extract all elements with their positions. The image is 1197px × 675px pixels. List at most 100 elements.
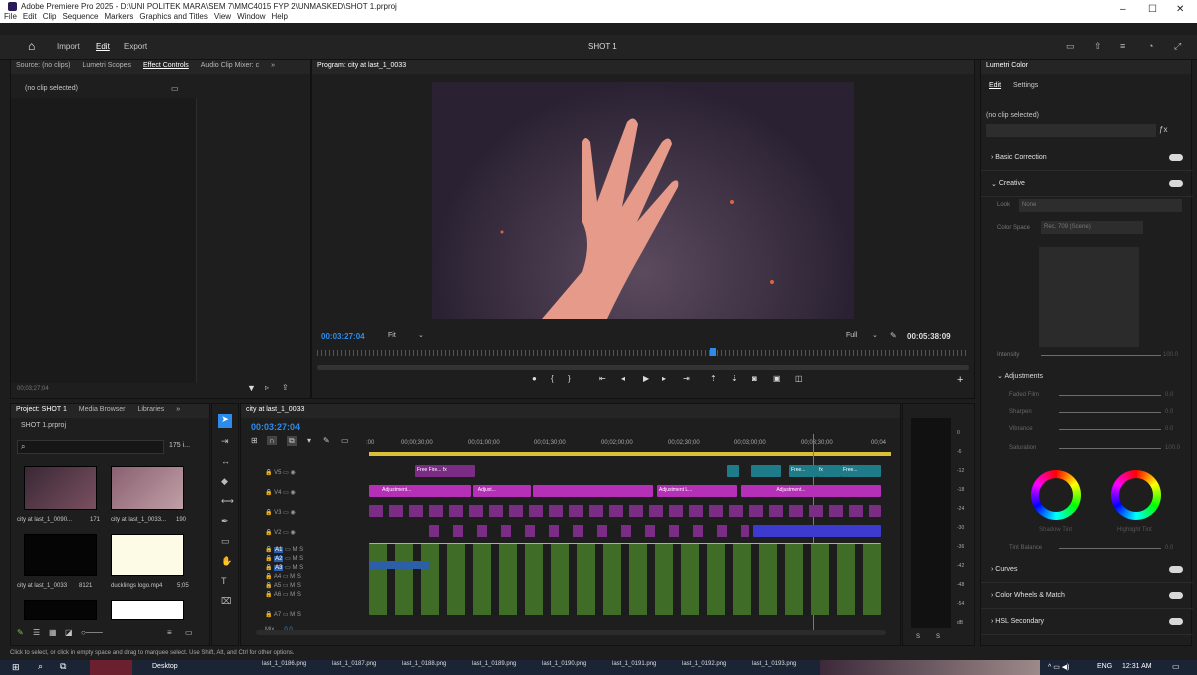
track-v2-header[interactable]: 🔒 V2 ▭ ◉ bbox=[265, 529, 296, 536]
list-view-icon[interactable]: ☰ bbox=[33, 628, 40, 637]
menu-sequence[interactable]: Sequence bbox=[62, 12, 98, 21]
taskbar-file[interactable]: last_1_0186.png bbox=[262, 661, 306, 667]
track-v5-header[interactable]: 🔒 V5 ▭ ◉ bbox=[265, 469, 296, 476]
go-to-out-icon[interactable]: ⇥ bbox=[683, 374, 690, 383]
extract-icon[interactable]: ⇣ bbox=[731, 374, 738, 383]
task-view-icon[interactable]: ⧉ bbox=[60, 661, 66, 672]
project-thumbnail[interactable] bbox=[24, 466, 97, 510]
v2-blue-clip[interactable] bbox=[753, 525, 881, 537]
clip-icon[interactable]: ▭ bbox=[171, 84, 179, 93]
razor-icon[interactable]: ◆ bbox=[221, 476, 228, 487]
taskbar-file[interactable]: last_1_0188.png bbox=[402, 661, 446, 667]
share-icon[interactable]: ⇧ bbox=[1094, 41, 1102, 52]
highlight-tint-wheel[interactable] bbox=[1111, 470, 1161, 520]
audio-clip-blue[interactable] bbox=[369, 561, 429, 569]
chevron-down-icon[interactable]: ⌄ bbox=[872, 331, 878, 339]
add-button-icon[interactable]: + bbox=[957, 374, 963, 386]
track-a2-header[interactable]: 🔒 A2 ▭ M S bbox=[265, 555, 303, 562]
tab-source[interactable]: Source: (no clips) bbox=[11, 60, 75, 69]
look-dropdown[interactable]: None bbox=[1019, 199, 1182, 212]
timeline-scrollbar[interactable] bbox=[256, 630, 886, 635]
toggle-wheels[interactable] bbox=[1169, 592, 1183, 599]
track-a4-header[interactable]: 🔒 A4 ▭ M S bbox=[265, 573, 301, 580]
mark-out-icon[interactable]: } bbox=[568, 374, 571, 383]
toggle-curves[interactable] bbox=[1169, 566, 1183, 573]
compare-icon[interactable]: ▣ bbox=[773, 374, 781, 383]
vr-icon[interactable]: ◫ bbox=[795, 374, 803, 383]
track-a3-header[interactable]: 🔒 A3 ▭ M S bbox=[265, 564, 303, 571]
slip-icon[interactable]: ⟷ bbox=[221, 496, 234, 507]
filter-icon[interactable]: ▼ bbox=[247, 383, 256, 393]
start-icon[interactable]: ⊞ bbox=[12, 662, 20, 673]
track-v4-header[interactable]: 🔒 V4 ▭ ◉ bbox=[265, 489, 296, 496]
adjustments-header[interactable]: ⌄ Adjustments bbox=[997, 372, 1043, 380]
sort-icon[interactable]: ≡ bbox=[167, 628, 172, 637]
video-clip[interactable]: Free... bbox=[841, 465, 881, 477]
clip-adjust[interactable]: Adjust... bbox=[473, 485, 531, 497]
track-v3-header[interactable]: 🔒 V3 ▭ ◉ bbox=[265, 509, 296, 516]
taskbar-file[interactable]: last_1_0192.png bbox=[682, 661, 726, 667]
taskbar-file[interactable]: last_1_0190.png bbox=[542, 661, 586, 667]
tint-balance-slider[interactable] bbox=[1059, 548, 1161, 549]
tab-sequence[interactable]: city at last_1_0033 bbox=[241, 404, 309, 413]
notification-icon[interactable]: ▭ bbox=[1172, 662, 1180, 671]
fx-icon[interactable]: ƒx bbox=[1159, 125, 1167, 134]
chevron-down-icon[interactable]: ⌄ bbox=[418, 331, 424, 339]
menu-help[interactable]: Help bbox=[272, 12, 288, 21]
tab-lumetri-scopes[interactable]: Lumetri Scopes bbox=[77, 60, 136, 69]
tab-lumetri-edit[interactable]: Edit bbox=[989, 82, 1001, 89]
captions-icon[interactable]: ⌧ bbox=[221, 596, 231, 607]
lift-icon[interactable]: ⇡ bbox=[710, 374, 717, 383]
vibrance-slider[interactable] bbox=[1059, 429, 1161, 430]
quality-dropdown[interactable]: Full bbox=[846, 332, 857, 339]
video-clip[interactable]: Free... bbox=[789, 465, 817, 477]
toggle-creative[interactable] bbox=[1169, 180, 1183, 187]
saturation-slider[interactable] bbox=[1059, 448, 1161, 449]
section-creative[interactable]: ⌄ Creative bbox=[981, 171, 1193, 197]
menu-window[interactable]: Window bbox=[237, 12, 265, 21]
project-thumbnail[interactable] bbox=[111, 466, 184, 510]
menu-graphics[interactable]: Graphics and Titles bbox=[139, 12, 207, 21]
search-icon[interactable]: ⌕ bbox=[38, 661, 43, 672]
ripple-edit-icon[interactable]: ↔ bbox=[221, 456, 230, 466]
project-thumbnail[interactable] bbox=[24, 534, 97, 576]
menu-view[interactable]: View bbox=[214, 12, 231, 21]
go-to-in-icon[interactable]: ⇤ bbox=[599, 374, 606, 383]
feedback-icon[interactable]: ◔ bbox=[1148, 41, 1153, 51]
v3-clips[interactable] bbox=[369, 505, 881, 517]
tab-export[interactable]: Export bbox=[124, 42, 147, 51]
video-clip[interactable]: fx bbox=[817, 465, 841, 477]
tab-libraries[interactable]: Libraries bbox=[132, 404, 169, 413]
menu-file[interactable]: File bbox=[4, 12, 17, 21]
clip-adjustment-l[interactable]: Adjustment L... bbox=[657, 485, 737, 497]
audio-clips[interactable] bbox=[369, 543, 881, 615]
intensity-slider[interactable] bbox=[1041, 355, 1161, 356]
captions-toggle-icon[interactable]: ▭ bbox=[341, 436, 349, 445]
tab-project[interactable]: Project: SHOT 1 bbox=[11, 404, 72, 413]
freeform-view-icon[interactable]: ◪ bbox=[65, 628, 73, 637]
menu-edit[interactable]: Edit bbox=[23, 12, 37, 21]
nest-icon[interactable]: ⊞ bbox=[251, 436, 258, 445]
tab-import[interactable]: Import bbox=[57, 42, 80, 51]
snap-icon[interactable]: ∩ bbox=[267, 436, 277, 445]
menu-clip[interactable]: Clip bbox=[43, 12, 57, 21]
desktop-folder[interactable]: Desktop bbox=[152, 663, 178, 670]
project-thumbnail[interactable] bbox=[111, 534, 184, 576]
track-a7-header[interactable]: 🔒 A7 ▭ M S bbox=[265, 611, 301, 618]
type-icon[interactable]: T bbox=[221, 576, 227, 586]
workspaces-icon[interactable]: ≡ bbox=[1120, 41, 1125, 51]
mark-in-icon[interactable]: { bbox=[551, 374, 554, 383]
color-space-dropdown[interactable]: Rec. 709 (Scene) bbox=[1041, 221, 1143, 234]
more-tabs-icon[interactable]: » bbox=[266, 60, 280, 69]
project-thumbnail[interactable] bbox=[111, 600, 184, 620]
export-frame-icon[interactable]: ⇪ bbox=[282, 383, 289, 392]
step-forward-icon[interactable]: ▸ bbox=[662, 374, 666, 383]
sharpen-slider[interactable] bbox=[1059, 412, 1161, 413]
home-icon[interactable]: ⌂ bbox=[28, 39, 35, 53]
solo-right-button[interactable]: S bbox=[936, 634, 940, 640]
video-clip[interactable] bbox=[751, 465, 781, 477]
taskbar-file[interactable]: last_1_0189.png bbox=[472, 661, 516, 667]
toggle-basic[interactable] bbox=[1169, 154, 1183, 161]
pencil-icon[interactable]: ✎ bbox=[17, 628, 24, 637]
marker-icon[interactable]: ● bbox=[532, 374, 537, 383]
